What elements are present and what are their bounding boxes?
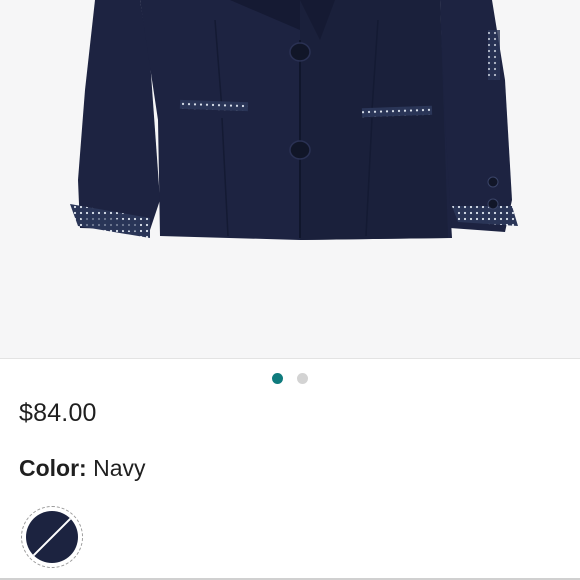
product-image[interactable] — [0, 0, 580, 358]
product-price: $84.00 — [19, 399, 97, 427]
blazer-illustration — [70, 0, 518, 240]
color-value: Navy — [93, 455, 146, 481]
image-divider — [0, 358, 580, 359]
swatch-slash-icon — [30, 515, 74, 559]
carousel-dot-1[interactable] — [272, 373, 283, 384]
color-row: Color: Navy — [19, 455, 146, 482]
swatch-circle — [26, 511, 78, 563]
color-swatch-navy[interactable] — [21, 506, 83, 568]
color-label: Color: — [19, 455, 87, 481]
carousel-dot-2[interactable] — [297, 373, 308, 384]
carousel-dots — [0, 373, 580, 385]
